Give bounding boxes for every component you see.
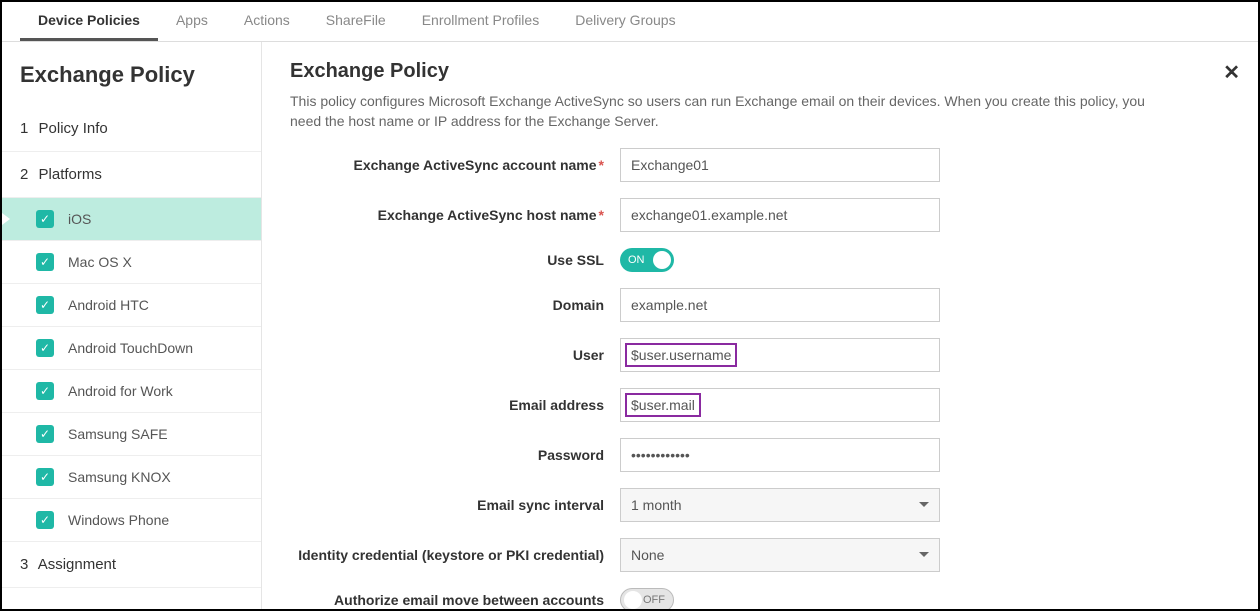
input-domain[interactable]: [620, 288, 940, 322]
field-authorize-move: Authorize email move between accounts OF…: [290, 588, 1230, 609]
step-label: Platforms: [39, 166, 102, 183]
input-password[interactable]: [620, 438, 940, 472]
user-macro-highlight: $user.username: [625, 343, 737, 367]
platform-label: Mac OS X: [68, 254, 132, 270]
tab-enrollment-profiles[interactable]: Enrollment Profiles: [404, 2, 558, 41]
platform-item-windows-phone[interactable]: ✓ Windows Phone: [2, 499, 261, 542]
step-label: Assignment: [38, 556, 116, 573]
field-sync-interval: Email sync interval 1 month: [290, 488, 1230, 522]
select-identity-credential[interactable]: None: [620, 538, 940, 572]
chevron-down-icon: [919, 552, 929, 557]
step-number: 2: [20, 166, 28, 183]
field-domain: Domain: [290, 288, 1230, 322]
platform-label: Android TouchDown: [68, 340, 193, 356]
platform-item-samsung-safe[interactable]: ✓ Samsung SAFE: [2, 413, 261, 456]
label-user: User: [290, 347, 620, 363]
toggle-knob: [653, 251, 671, 269]
platform-item-android-work[interactable]: ✓ Android for Work: [2, 370, 261, 413]
main-wrapper: Exchange Policy 1 Policy Info 2 Platform…: [2, 42, 1258, 609]
checkbox-icon[interactable]: ✓: [36, 511, 54, 529]
tab-actions[interactable]: Actions: [226, 2, 308, 41]
toggle-authorize-move[interactable]: OFF: [620, 588, 674, 609]
step-assignment[interactable]: 3 Assignment: [2, 542, 261, 588]
label-use-ssl: Use SSL: [290, 252, 620, 268]
page-title: Exchange Policy: [290, 60, 1230, 83]
label-identity-credential: Identity credential (keystore or PKI cre…: [290, 547, 620, 563]
input-user[interactable]: $user.username: [620, 338, 940, 372]
label-account-name: Exchange ActiveSync account name*: [290, 157, 620, 173]
step-number: 1: [20, 120, 28, 137]
label-domain: Domain: [290, 297, 620, 313]
platform-label: Android HTC: [68, 297, 149, 313]
tab-sharefile[interactable]: ShareFile: [308, 2, 404, 41]
field-account-name: Exchange ActiveSync account name*: [290, 148, 1230, 182]
field-user: User $user.username: [290, 338, 1230, 372]
platform-label: Windows Phone: [68, 512, 169, 528]
input-host-name[interactable]: [620, 198, 940, 232]
platform-item-samsung-knox[interactable]: ✓ Samsung KNOX: [2, 456, 261, 499]
field-use-ssl: Use SSL ON: [290, 248, 1230, 272]
field-host-name: Exchange ActiveSync host name*: [290, 198, 1230, 232]
step-number: 3: [20, 556, 28, 573]
tab-apps[interactable]: Apps: [158, 2, 226, 41]
platform-label: iOS: [68, 211, 91, 227]
checkbox-icon[interactable]: ✓: [36, 425, 54, 443]
input-account-name[interactable]: [620, 148, 940, 182]
close-icon[interactable]: ✕: [1223, 60, 1240, 85]
label-host-name: Exchange ActiveSync host name*: [290, 207, 620, 223]
content-panel: ✕ Exchange Policy This policy configures…: [262, 42, 1258, 609]
step-platforms[interactable]: 2 Platforms: [2, 152, 261, 198]
tab-delivery-groups[interactable]: Delivery Groups: [557, 2, 693, 41]
checkbox-icon[interactable]: ✓: [36, 339, 54, 357]
select-sync-interval[interactable]: 1 month: [620, 488, 940, 522]
checkbox-icon[interactable]: ✓: [36, 253, 54, 271]
toggle-use-ssl[interactable]: ON: [620, 248, 674, 272]
input-email[interactable]: $user.mail: [620, 388, 940, 422]
field-email: Email address $user.mail: [290, 388, 1230, 422]
page-description: This policy configures Microsoft Exchang…: [290, 91, 1170, 132]
toggle-knob: [624, 591, 642, 609]
chevron-down-icon: [919, 502, 929, 507]
email-macro-highlight: $user.mail: [625, 393, 701, 417]
platform-item-macosx[interactable]: ✓ Mac OS X: [2, 241, 261, 284]
label-sync-interval: Email sync interval: [290, 497, 620, 513]
platform-label: Samsung KNOX: [68, 469, 171, 485]
field-identity-credential: Identity credential (keystore or PKI cre…: [290, 538, 1230, 572]
label-email: Email address: [290, 397, 620, 413]
platform-item-android-htc[interactable]: ✓ Android HTC: [2, 284, 261, 327]
checkbox-icon[interactable]: ✓: [36, 296, 54, 314]
platform-item-ios[interactable]: ✓ iOS: [2, 198, 261, 241]
checkbox-icon[interactable]: ✓: [36, 210, 54, 228]
checkbox-icon[interactable]: ✓: [36, 382, 54, 400]
tab-device-policies[interactable]: Device Policies: [20, 2, 158, 41]
platform-item-android-touchdown[interactable]: ✓ Android TouchDown: [2, 327, 261, 370]
step-policy-info[interactable]: 1 Policy Info: [2, 106, 261, 152]
platform-label: Android for Work: [68, 383, 173, 399]
step-label: Policy Info: [39, 120, 108, 137]
label-authorize-move: Authorize email move between accounts: [290, 592, 620, 608]
sidebar-title: Exchange Policy: [2, 42, 261, 106]
checkbox-icon[interactable]: ✓: [36, 468, 54, 486]
sidebar: Exchange Policy 1 Policy Info 2 Platform…: [2, 42, 262, 609]
label-password: Password: [290, 447, 620, 463]
field-password: Password: [290, 438, 1230, 472]
tab-bar: Device Policies Apps Actions ShareFile E…: [2, 2, 1258, 42]
platform-label: Samsung SAFE: [68, 426, 168, 442]
